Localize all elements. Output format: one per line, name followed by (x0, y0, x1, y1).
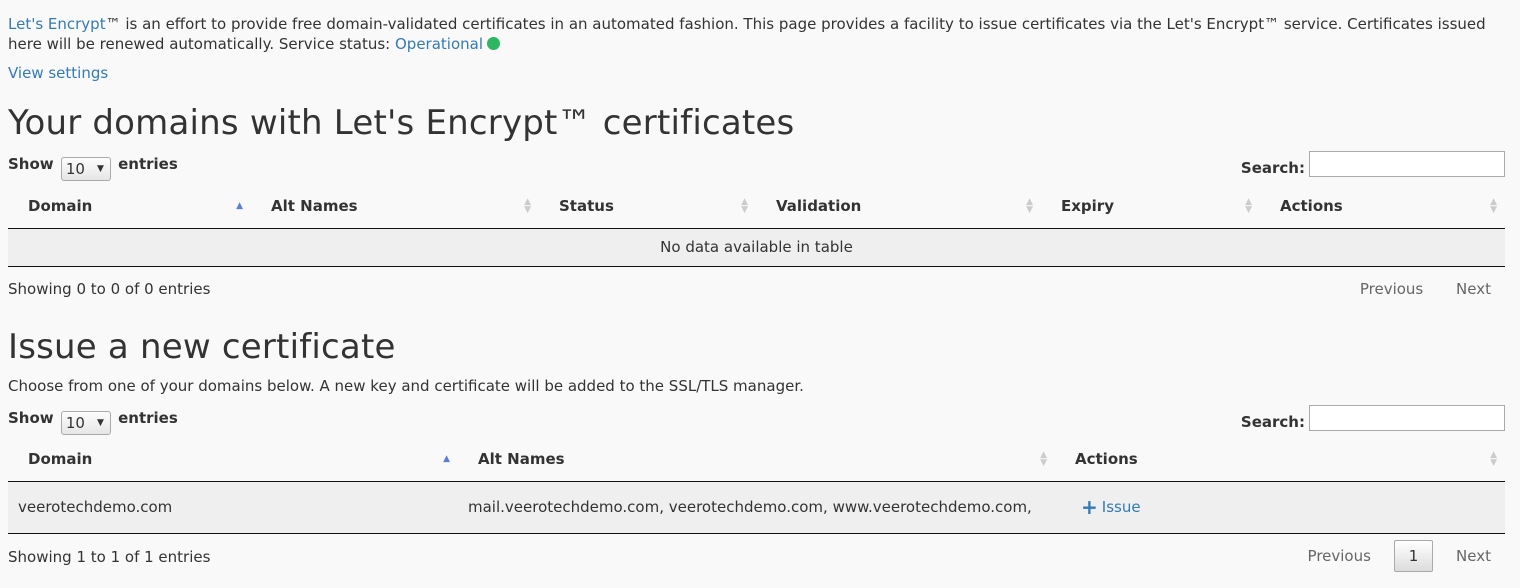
table2-length: Show 10 ▼ entries (8, 409, 178, 435)
issue-description: Choose from one of your domains below. A… (8, 377, 804, 395)
page-1-button[interactable]: 1 (1393, 540, 1434, 572)
section-title-domains: Your domains with Let's Encrypt™ certifi… (8, 103, 795, 143)
row-actions: + Issue (1055, 481, 1505, 533)
search-label: Search: (1240, 159, 1305, 177)
plus-icon: + (1081, 495, 1098, 519)
show-label: Show (8, 409, 54, 427)
table1-search: Search: (1241, 151, 1505, 181)
issue-button[interactable]: + Issue (1081, 495, 1141, 519)
sort-asc-icon: ▲ (443, 453, 450, 464)
sort-icon: ▲ ▼ (1026, 196, 1033, 215)
search-label: Search: (1240, 413, 1305, 431)
next-button[interactable]: Next (1442, 274, 1505, 304)
col-domain[interactable]: Domain ▲ (8, 437, 458, 482)
row-alt-names: mail.veerotechdemo.com, veerotechdemo.co… (468, 498, 1032, 516)
section-title-issue: Issue a new certificate (8, 327, 396, 367)
sort-icon: ▲ ▼ (1040, 449, 1047, 468)
table2-info: Showing 1 to 1 of 1 entries (8, 548, 211, 566)
table1-length-select[interactable]: 10 ▼ (60, 157, 111, 181)
issue-table: Domain ▲ Alt Names ▲ ▼ Actions ▲ ▼ veerotechd… (8, 437, 1505, 534)
chevron-down-icon: ▼ (96, 418, 104, 428)
next-button[interactable]: Next (1442, 541, 1505, 571)
table2-search: Search: (1241, 405, 1505, 435)
row-domain: veerotechdemo.com (18, 498, 173, 516)
sort-asc-icon: ▲ (236, 200, 243, 211)
table2-controls: Show 10 ▼ entries Search: (8, 405, 1505, 435)
table1-info: Showing 0 to 0 of 0 entries (8, 280, 211, 298)
col-alt-names[interactable]: Alt Names ▲ ▼ (458, 437, 1055, 482)
sort-icon: ▲ ▼ (1490, 449, 1497, 468)
service-status-link[interactable]: Operational (395, 35, 483, 53)
table-row-empty: No data available in table (8, 228, 1505, 266)
table2-search-input[interactable] (1309, 405, 1505, 431)
sort-icon: ▲ ▼ (524, 196, 531, 215)
empty-message: No data available in table (660, 238, 853, 256)
previous-button[interactable]: Previous (1294, 541, 1385, 571)
col-expiry[interactable]: Expiry ▲ ▼ (1041, 184, 1260, 229)
table-row: veerotechdemo.com mail.veerotechdemo.com… (8, 481, 1505, 533)
table1-controls: Show 10 ▼ entries Search: (8, 151, 1505, 181)
table2-pagination: Previous 1 Next (1294, 540, 1505, 572)
col-actions[interactable]: Actions ▲ ▼ (1260, 184, 1505, 229)
entries-label: entries (118, 155, 178, 173)
intro-description: ™ is an effort to provide free domain-va… (8, 15, 1486, 53)
table1-search-input[interactable] (1309, 151, 1505, 177)
table2-length-select[interactable]: 10 ▼ (60, 411, 111, 435)
status-dot-icon (487, 37, 501, 50)
col-validation[interactable]: Validation ▲ ▼ (756, 184, 1041, 229)
table1-length: Show 10 ▼ entries (8, 155, 178, 181)
table1-pagination: Previous Next (1346, 274, 1505, 304)
view-settings-link[interactable]: View settings (8, 64, 108, 82)
col-domain[interactable]: Domain ▲ (8, 184, 251, 229)
sort-icon: ▲ ▼ (1245, 196, 1252, 215)
certificates-table: Domain ▲ Alt Names ▲ ▼ Status ▲ ▼ Validation ▲… (8, 184, 1505, 267)
sort-icon: ▲ ▼ (741, 196, 748, 215)
entries-label: entries (118, 409, 178, 427)
intro-text: Let's Encrypt™ is an effort to provide f… (8, 14, 1505, 54)
show-label: Show (8, 155, 54, 173)
chevron-down-icon: ▼ (96, 164, 104, 174)
col-status[interactable]: Status ▲ ▼ (539, 184, 756, 229)
col-alt-names[interactable]: Alt Names ▲ ▼ (251, 184, 539, 229)
lets-encrypt-link[interactable]: Let's Encrypt (8, 15, 106, 33)
previous-button[interactable]: Previous (1346, 274, 1437, 304)
col-actions[interactable]: Actions ▲ ▼ (1055, 437, 1505, 482)
issue-label: Issue (1101, 498, 1141, 516)
sort-icon: ▲ ▼ (1490, 196, 1497, 215)
